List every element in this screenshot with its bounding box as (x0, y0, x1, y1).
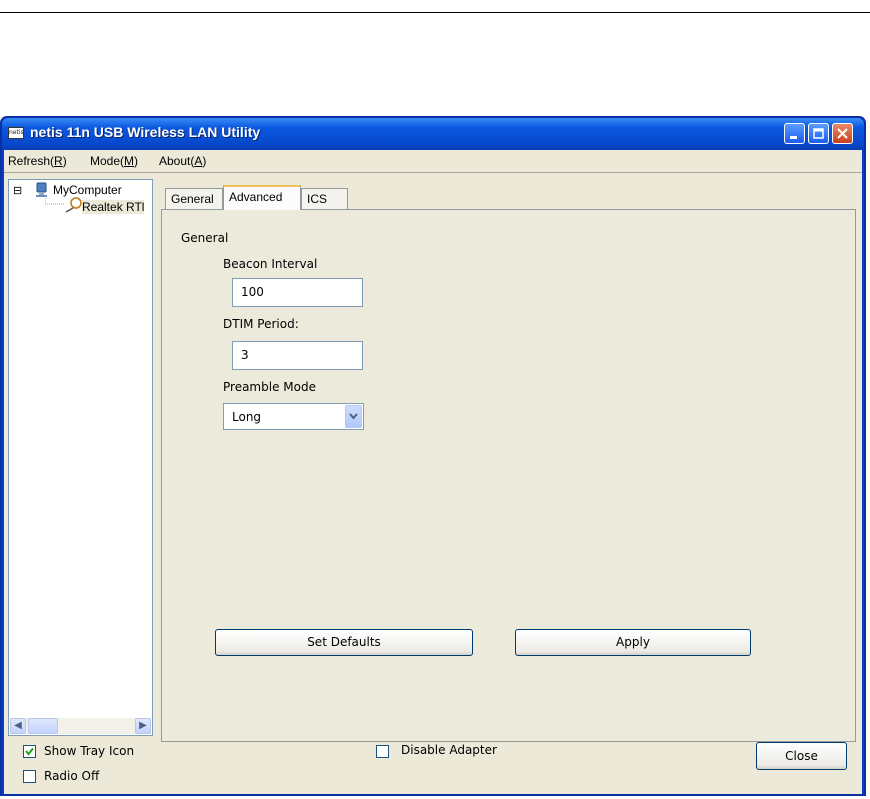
chevron-down-icon[interactable] (345, 405, 362, 428)
tab-ics[interactable]: ICS (301, 188, 348, 209)
tab-advanced[interactable]: Advanced (223, 185, 301, 210)
scroll-thumb[interactable] (28, 718, 58, 734)
client-area: Refresh(R) Mode(M) About(A) ⊟ MyComputer… (4, 150, 862, 794)
page-top-rule (0, 12, 870, 13)
close-window-button[interactable] (832, 123, 853, 144)
group-label-general: General (181, 231, 229, 245)
menu-bar: Refresh(R) Mode(M) About(A) (4, 150, 862, 173)
radio-off-checkbox[interactable] (23, 770, 36, 783)
tree-expander-icon[interactable]: ⊟ (13, 184, 22, 197)
menu-about[interactable]: About(A) (159, 154, 206, 168)
menu-mode-key: M (124, 154, 135, 168)
tree-item-adapter[interactable]: Realtek RTl (82, 200, 145, 214)
set-defaults-button[interactable]: Set Defaults (215, 629, 473, 656)
disable-adapter-label: Disable Adapter (401, 743, 497, 757)
app-window: netis netis 11n USB Wireless LAN Utility… (0, 116, 866, 796)
menu-about-label: About( (159, 154, 195, 168)
advanced-tab-panel: General Beacon Interval 100 DTIM Period:… (161, 209, 856, 742)
menu-refresh[interactable]: Refresh(R) (8, 154, 67, 168)
checkmark-icon (25, 747, 34, 756)
menu-refresh-paren: ) (62, 154, 67, 168)
menu-about-paren: ) (202, 154, 207, 168)
menu-refresh-label: Refresh( (8, 154, 55, 168)
app-icon: netis (8, 127, 24, 139)
tab-general[interactable]: General (165, 188, 223, 209)
radio-off-label: Radio Off (44, 769, 100, 783)
maximize-button[interactable] (808, 123, 829, 144)
menu-mode[interactable]: Mode(M) (90, 154, 138, 168)
disable-adapter-checkbox[interactable] (376, 745, 389, 758)
beacon-interval-label: Beacon Interval (223, 257, 318, 271)
tree-item-mycomputer[interactable]: MyComputer (53, 183, 122, 197)
menu-mode-paren: ) (134, 154, 139, 168)
tab-control: General Advanced ICS General Beacon Inte… (161, 185, 856, 742)
preamble-mode-label: Preamble Mode (223, 380, 316, 394)
show-tray-icon-checkbox[interactable] (23, 745, 36, 758)
scroll-left-icon[interactable]: ◀ (10, 718, 26, 734)
menu-mode-label: Mode( (90, 154, 125, 168)
tree-connector (45, 196, 65, 205)
dtim-period-label: DTIM Period: (223, 317, 299, 331)
menu-refresh-key: R (54, 154, 63, 168)
apply-button[interactable]: Apply (515, 629, 751, 656)
preamble-mode-select[interactable]: Long (223, 403, 364, 430)
window-title: netis 11n USB Wireless LAN Utility (30, 124, 261, 140)
minimize-button[interactable] (784, 123, 805, 144)
title-bar[interactable]: netis netis 11n USB Wireless LAN Utility (2, 118, 864, 150)
tree-horizontal-scrollbar[interactable]: ◀ ▶ (10, 718, 151, 734)
wireless-adapter-icon (65, 197, 83, 218)
show-tray-icon-label: Show Tray Icon (44, 744, 135, 758)
adapter-tree[interactable]: ⊟ MyComputer Realtek RTl ◀ ▶ (8, 179, 153, 736)
dtim-period-input[interactable]: 3 (232, 341, 363, 370)
preamble-mode-value: Long (232, 410, 262, 424)
scroll-right-icon[interactable]: ▶ (135, 718, 151, 734)
beacon-interval-input[interactable]: 100 (232, 278, 363, 307)
close-button[interactable]: Close (756, 742, 847, 770)
